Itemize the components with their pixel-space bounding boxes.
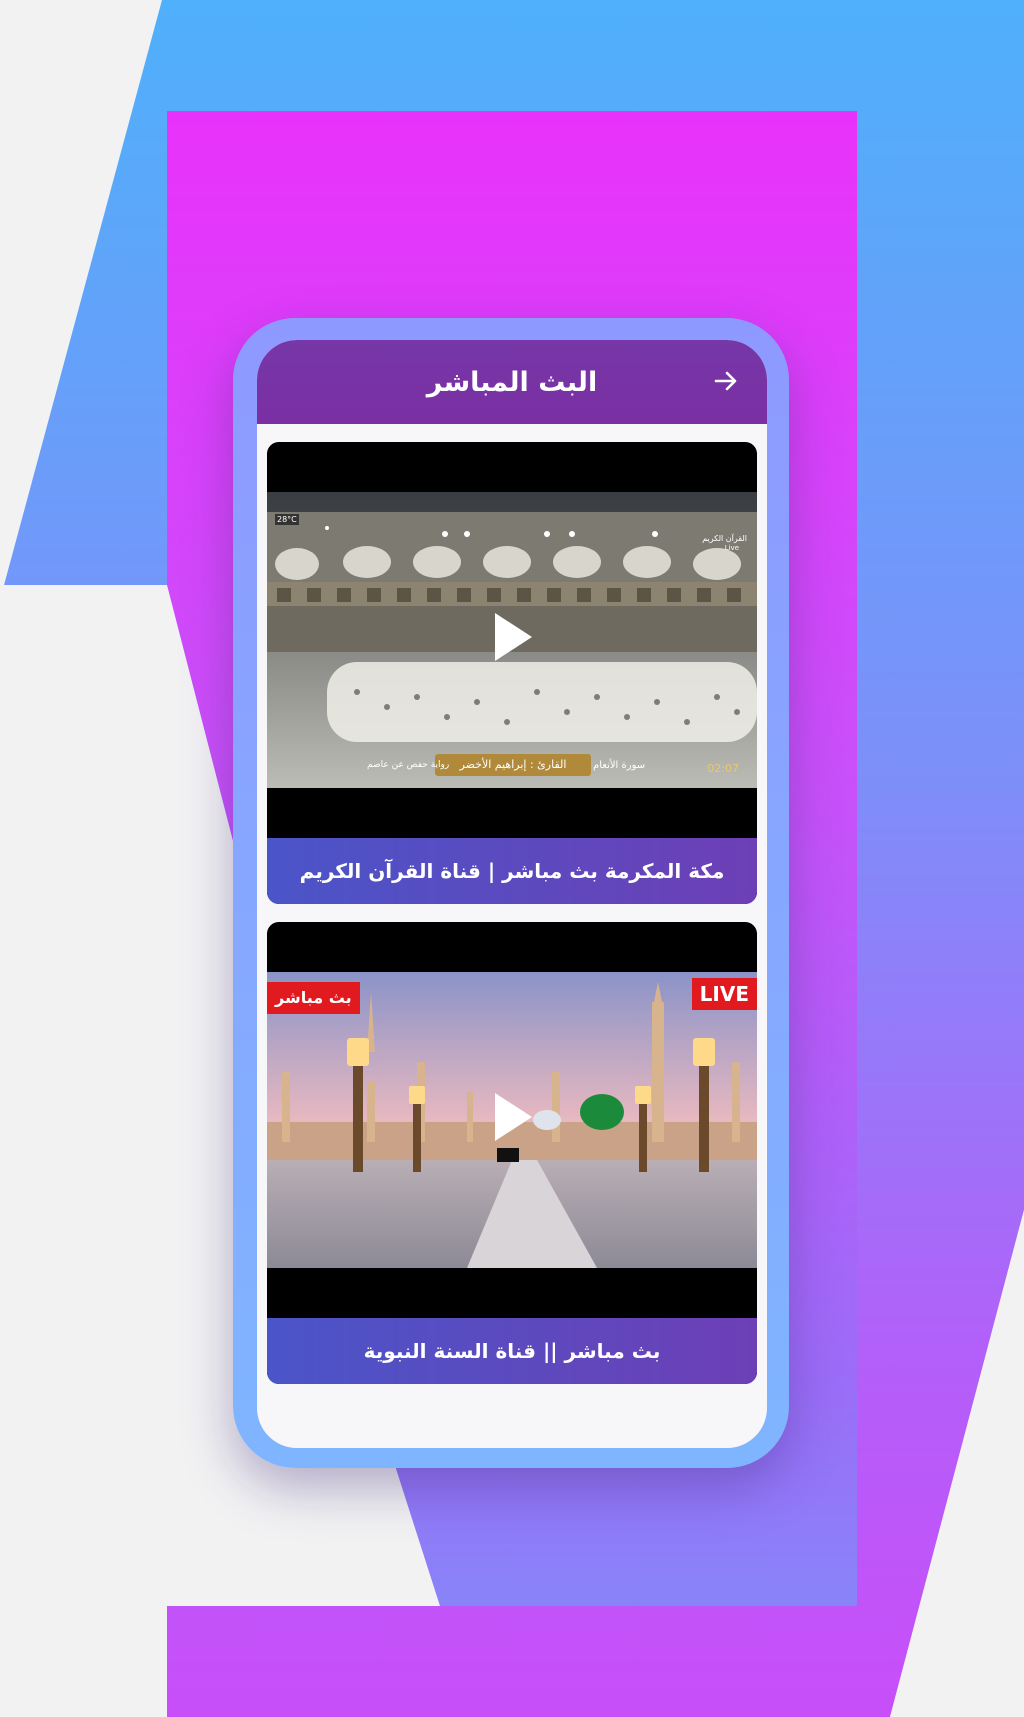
stream-card-makkah[interactable]: 28°C القرآن الكريم Live القارئ : إبراهيم… [267,442,757,904]
overlay-channel-sub: Live [724,544,739,552]
overlay-surah: سورة الأنعام [593,760,646,771]
play-icon[interactable] [491,1090,535,1144]
phone-screen: البث المباشر 28°C القرآن الكريم Live الق… [257,340,767,1448]
stream-card-madinah[interactable]: بث مباشر LIVE بث مباشر || قناة السنة الن… [267,922,757,1384]
video-player[interactable]: 28°C القرآن الكريم Live القارئ : إبراهيم… [267,442,757,838]
overlay-narration: رواية حفص عن عاصم [367,760,450,770]
overlay-reader: القارئ : إبراهيم الأخضر [459,758,567,771]
video-player[interactable]: بث مباشر LIVE [267,922,757,1318]
overlay-temp: 28°C [275,514,299,525]
overlay-channel: القرآن الكريم [702,534,747,543]
card-caption[interactable]: بث مباشر || قناة السنة النبوية [267,1318,757,1384]
arabic-live-badge: بث مباشر [267,982,360,1014]
card-caption[interactable]: مكة المكرمة بث مباشر | قناة القرآن الكري… [267,838,757,904]
overlay-time: 02:07 [707,762,739,775]
live-badge: LIVE [691,978,757,1010]
back-button[interactable] [709,364,743,398]
page-title: البث المباشر [426,366,598,398]
arrow-right-icon [714,371,737,391]
play-icon[interactable] [491,610,535,664]
app-header: البث المباشر [257,340,767,424]
